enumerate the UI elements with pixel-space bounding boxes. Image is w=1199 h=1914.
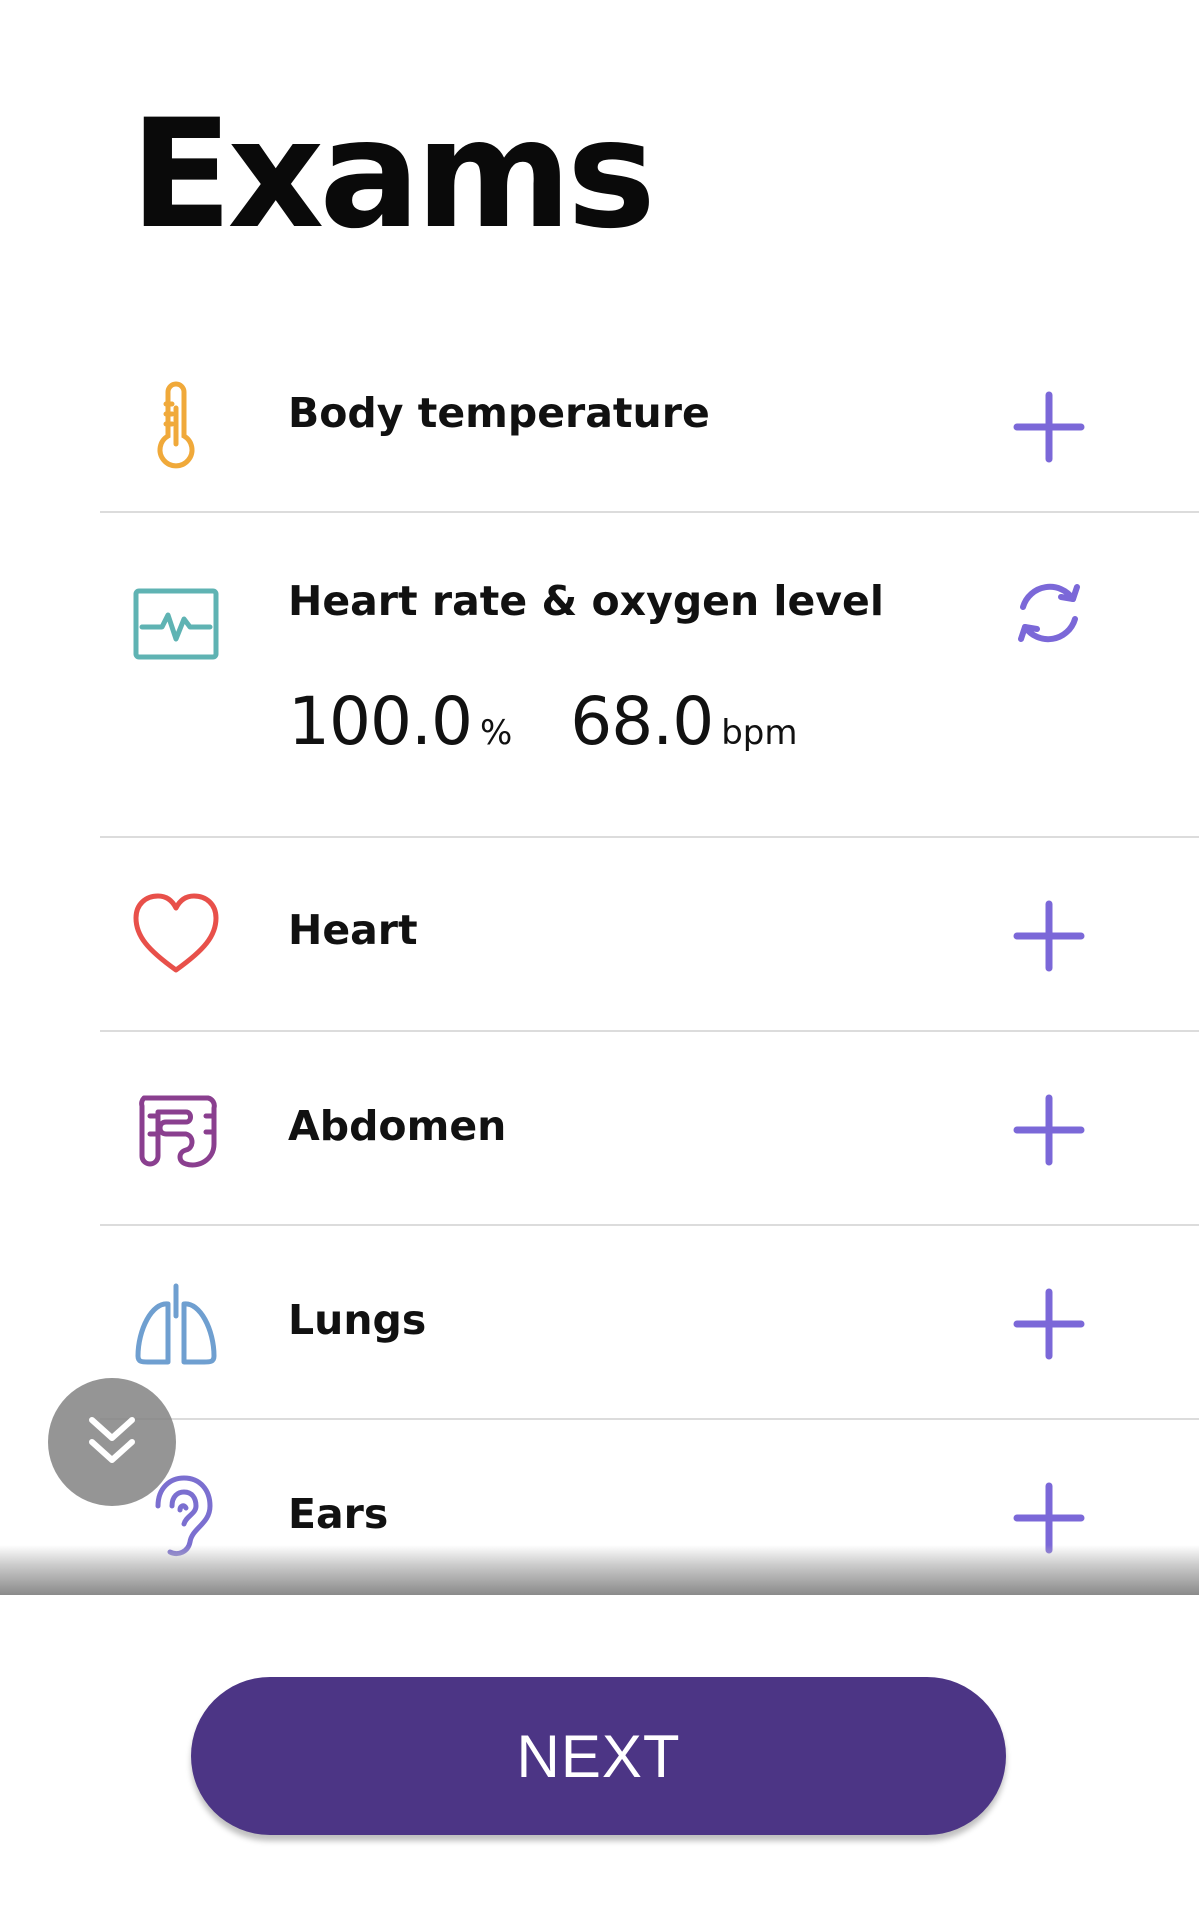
heart-rate-unit: bpm [721,713,798,753]
add-body-temperature-plus-icon[interactable] [1005,383,1093,471]
exam-row-body-temperature[interactable]: Body temperature [100,345,1199,513]
exam-row-heart[interactable]: Heart [100,838,1199,1032]
add-abdomen-plus-icon[interactable] [1005,1086,1093,1174]
exam-label-body-temperature: Body temperature [288,389,710,437]
vital-readings: 100.0% 68.0 bpm [288,683,798,760]
page-title: Exams [130,88,656,262]
heart-rate-value: 68.0 [570,683,714,760]
heart-icon [128,886,224,982]
footer: NEXT [0,1595,1199,1914]
footer-shadow [0,1545,1199,1595]
exam-label-heart: Heart [288,906,418,954]
exam-label-lungs: Lungs [288,1296,427,1344]
pulse-monitor-icon [128,577,224,673]
exam-label-heart-rate-oxygen: Heart rate & oxygen level [288,577,884,625]
exam-row-heart-rate-oxygen[interactable]: Heart rate & oxygen level 100.0% 68.0 bpm [100,513,1199,838]
scroll-down-button[interactable] [48,1378,176,1506]
oxygen-level-value: 100.0 [288,683,473,760]
refresh-icon[interactable] [1005,569,1093,657]
exam-row-lungs[interactable]: Lungs [100,1226,1199,1420]
intestine-icon [128,1082,224,1178]
exam-label-abdomen: Abdomen [288,1102,507,1150]
next-button[interactable]: NEXT [191,1677,1006,1835]
exam-label-ears: Ears [288,1490,389,1538]
add-heart-plus-icon[interactable] [1005,892,1093,980]
thermometer-icon [128,378,224,474]
double-chevron-down-icon [89,1417,135,1463]
add-lungs-plus-icon[interactable] [1005,1280,1093,1368]
oxygen-level-unit: % [479,713,513,753]
exam-row-abdomen[interactable]: Abdomen [100,1032,1199,1226]
lungs-icon [128,1276,224,1372]
